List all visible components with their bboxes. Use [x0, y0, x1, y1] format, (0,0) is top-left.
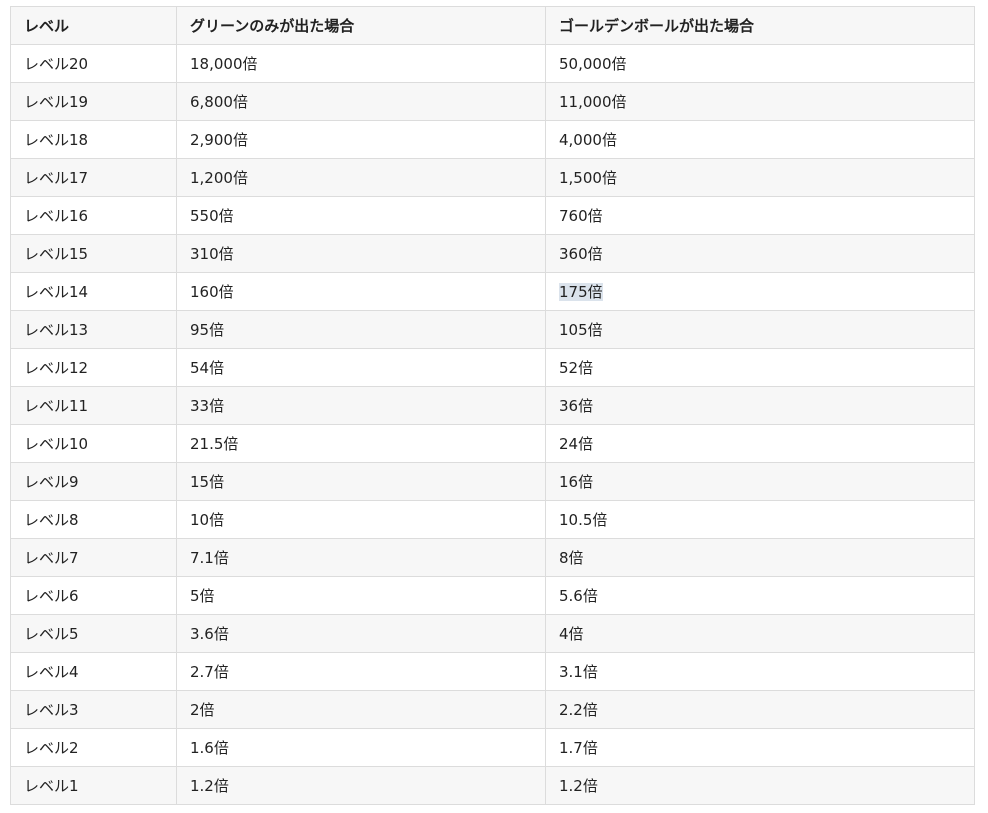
green-only-cell: 18,000倍 — [176, 44, 546, 83]
green-only-cell: 2,900倍 — [176, 120, 546, 159]
green-only-cell: 1.2倍 — [176, 766, 546, 805]
level-cell: レベル19 — [10, 82, 177, 121]
table-row: レベル16 550倍 760倍 — [10, 196, 975, 235]
green-only-cell: 550倍 — [176, 196, 546, 235]
green-only-cell: 6,800倍 — [176, 82, 546, 121]
level-cell: レベル2 — [10, 728, 177, 767]
level-cell: レベル1 — [10, 766, 177, 805]
level-cell: レベル9 — [10, 462, 177, 501]
table-row: レベル2 1.6倍 1.7倍 — [10, 728, 975, 767]
green-only-cell: 7.1倍 — [176, 538, 546, 577]
table-row: レベル3 2倍 2.2倍 — [10, 690, 975, 729]
green-only-cell: 10倍 — [176, 500, 546, 539]
payout-table-container: レベル グリーンのみが出た場合 ゴールデンボールが出た場合 レベル20 18,0… — [10, 6, 975, 805]
table-row: レベル12 54倍 52倍 — [10, 348, 975, 387]
level-cell: レベル6 — [10, 576, 177, 615]
green-only-cell: 3.6倍 — [176, 614, 546, 653]
level-cell: レベル20 — [10, 44, 177, 83]
golden-ball-cell: 4,000倍 — [545, 120, 975, 159]
table-row: レベル6 5倍 5.6倍 — [10, 576, 975, 615]
level-cell: レベル7 — [10, 538, 177, 577]
table-row: レベル8 10倍 10.5倍 — [10, 500, 975, 539]
table-row: レベル17 1,200倍 1,500倍 — [10, 158, 975, 197]
table-row: レベル1 1.2倍 1.2倍 — [10, 766, 975, 805]
level-cell: レベル14 — [10, 272, 177, 311]
level-cell: レベル17 — [10, 158, 177, 197]
golden-ball-cell: 3.1倍 — [545, 652, 975, 691]
golden-ball-cell: 8倍 — [545, 538, 975, 577]
green-only-cell: 54倍 — [176, 348, 546, 387]
golden-ball-cell: 1.7倍 — [545, 728, 975, 767]
table-row: レベル10 21.5倍 24倍 — [10, 424, 975, 463]
green-only-cell: 21.5倍 — [176, 424, 546, 463]
golden-ball-cell: 175倍 — [545, 272, 975, 311]
golden-ball-cell: 105倍 — [545, 310, 975, 349]
green-only-cell: 310倍 — [176, 234, 546, 273]
table-row: レベル14 160倍 175倍 — [10, 272, 975, 311]
header-level: レベル — [10, 6, 177, 45]
level-cell: レベル15 — [10, 234, 177, 273]
golden-ball-cell: 1,500倍 — [545, 158, 975, 197]
green-only-cell: 2.7倍 — [176, 652, 546, 691]
level-cell: レベル16 — [10, 196, 177, 235]
header-golden-ball: ゴールデンボールが出た場合 — [545, 6, 975, 45]
table-row: レベル4 2.7倍 3.1倍 — [10, 652, 975, 691]
green-only-cell: 5倍 — [176, 576, 546, 615]
golden-ball-cell: 10.5倍 — [545, 500, 975, 539]
table-row: レベル15 310倍 360倍 — [10, 234, 975, 273]
green-only-cell: 1.6倍 — [176, 728, 546, 767]
header-green-only: グリーンのみが出た場合 — [176, 6, 546, 45]
green-only-cell: 1,200倍 — [176, 158, 546, 197]
green-only-cell: 2倍 — [176, 690, 546, 729]
table-row: レベル5 3.6倍 4倍 — [10, 614, 975, 653]
green-only-cell: 160倍 — [176, 272, 546, 311]
green-only-cell: 95倍 — [176, 310, 546, 349]
table-row: レベル13 95倍 105倍 — [10, 310, 975, 349]
table-row: レベル20 18,000倍 50,000倍 — [10, 44, 975, 83]
level-cell: レベル18 — [10, 120, 177, 159]
table-row: レベル9 15倍 16倍 — [10, 462, 975, 501]
golden-ball-cell: 24倍 — [545, 424, 975, 463]
selected-text-highlight: 175倍 — [559, 283, 603, 301]
table-row: レベル19 6,800倍 11,000倍 — [10, 82, 975, 121]
golden-ball-cell: 50,000倍 — [545, 44, 975, 83]
green-only-cell: 15倍 — [176, 462, 546, 501]
table-row: レベル11 33倍 36倍 — [10, 386, 975, 425]
golden-ball-cell: 760倍 — [545, 196, 975, 235]
golden-ball-cell: 36倍 — [545, 386, 975, 425]
golden-ball-cell: 1.2倍 — [545, 766, 975, 805]
level-cell: レベル13 — [10, 310, 177, 349]
level-cell: レベル3 — [10, 690, 177, 729]
green-only-cell: 33倍 — [176, 386, 546, 425]
golden-ball-cell: 52倍 — [545, 348, 975, 387]
table-header-row: レベル グリーンのみが出た場合 ゴールデンボールが出た場合 — [10, 6, 975, 45]
golden-ball-cell: 2.2倍 — [545, 690, 975, 729]
table-row: レベル7 7.1倍 8倍 — [10, 538, 975, 577]
level-cell: レベル11 — [10, 386, 177, 425]
golden-ball-cell: 360倍 — [545, 234, 975, 273]
level-cell: レベル12 — [10, 348, 177, 387]
golden-ball-cell: 16倍 — [545, 462, 975, 501]
payout-table: レベル グリーンのみが出た場合 ゴールデンボールが出た場合 レベル20 18,0… — [10, 6, 975, 805]
golden-ball-cell: 5.6倍 — [545, 576, 975, 615]
golden-ball-cell: 11,000倍 — [545, 82, 975, 121]
table-row: レベル18 2,900倍 4,000倍 — [10, 120, 975, 159]
golden-ball-cell: 4倍 — [545, 614, 975, 653]
level-cell: レベル4 — [10, 652, 177, 691]
level-cell: レベル5 — [10, 614, 177, 653]
level-cell: レベル8 — [10, 500, 177, 539]
level-cell: レベル10 — [10, 424, 177, 463]
